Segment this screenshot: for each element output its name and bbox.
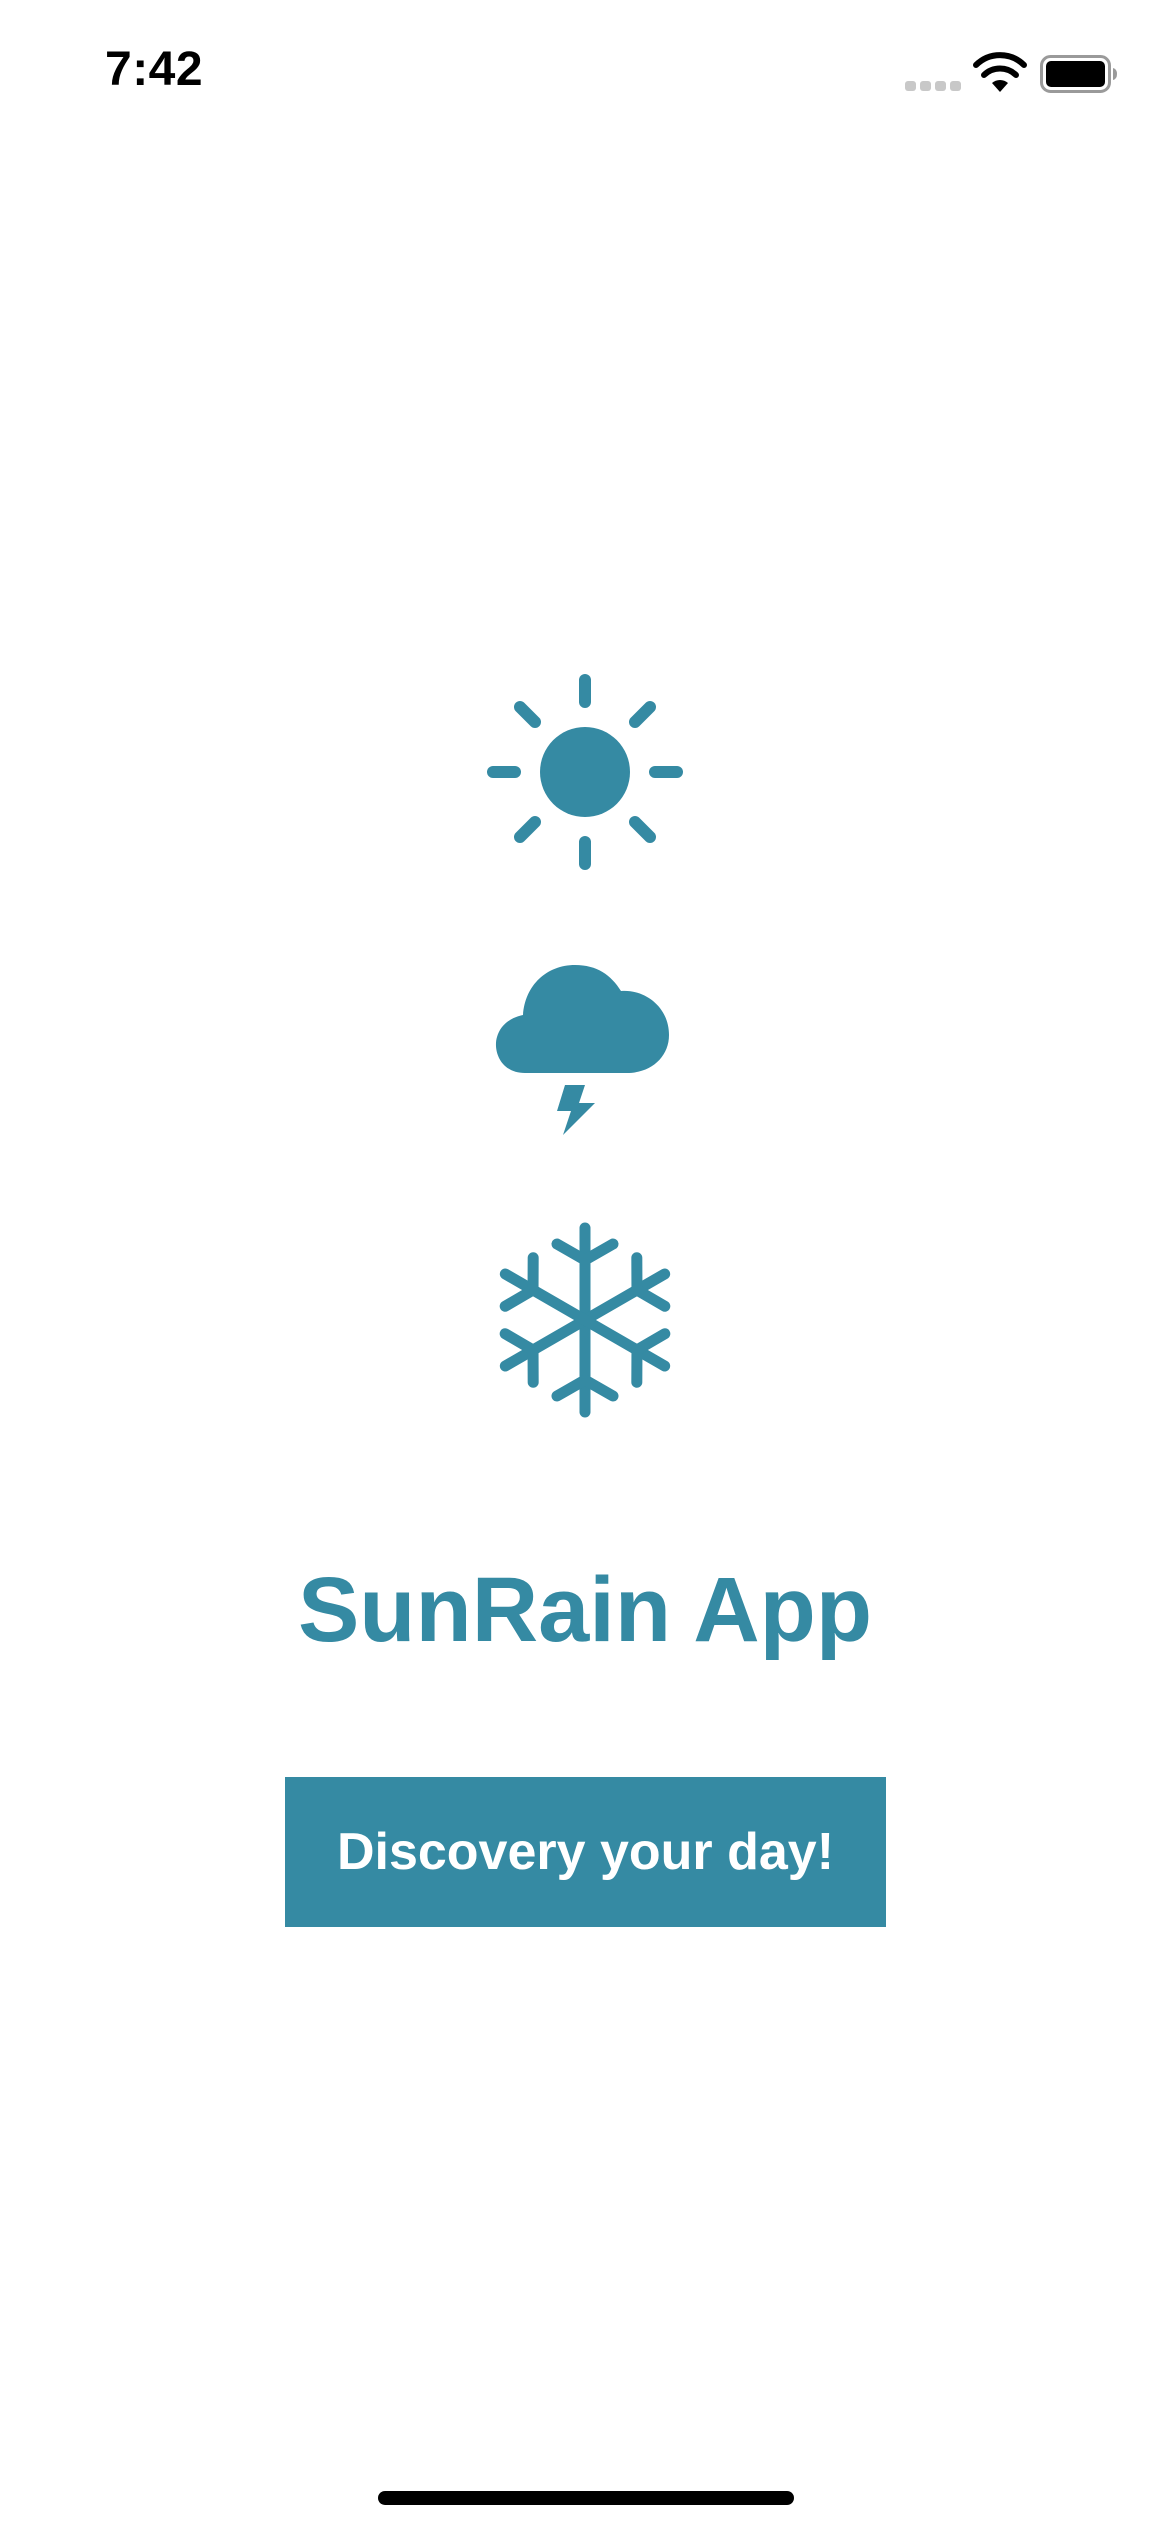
sun-icon-wrap bbox=[0, 672, 1170, 872]
status-time: 7:42 bbox=[105, 43, 204, 96]
snowflake-icon-wrap bbox=[0, 1220, 1170, 1420]
discover-day-button[interactable]: Discovery your day! bbox=[285, 1777, 886, 1927]
screen: 7:42 SunRain App Discovery your day! bbox=[0, 0, 1170, 2532]
home-indicator[interactable] bbox=[378, 2491, 794, 2505]
battery-icon bbox=[1040, 55, 1117, 93]
status-bar: 7:42 bbox=[0, 0, 1170, 150]
sun-icon bbox=[487, 674, 683, 870]
app-title: SunRain App bbox=[297, 1559, 873, 1661]
thunderstorm-cloud-icon bbox=[495, 965, 669, 1135]
wifi-icon bbox=[973, 52, 1027, 92]
cellular-signal-icon bbox=[905, 81, 961, 91]
thunderstorm-icon-wrap bbox=[0, 945, 1170, 1145]
snowflake-icon bbox=[499, 1222, 671, 1418]
